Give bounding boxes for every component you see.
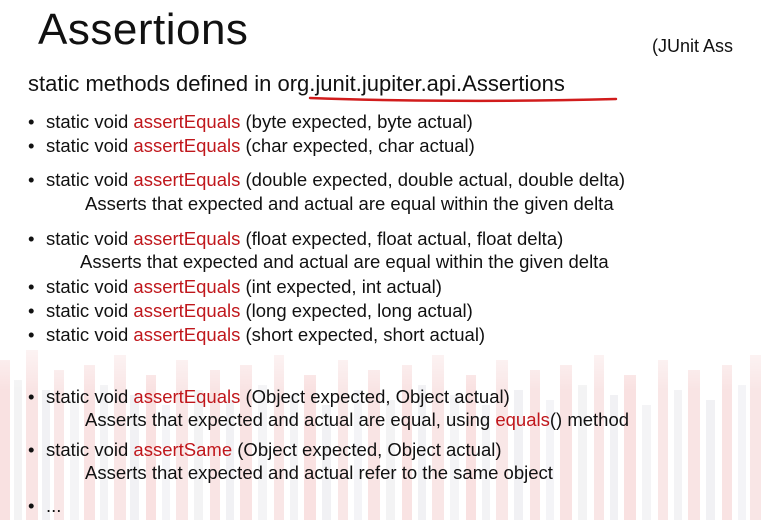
method-name: assertEquals (133, 276, 241, 297)
bullet-icon: • (28, 324, 35, 345)
method-description: Asserts that expected and actual are equ… (85, 409, 630, 430)
method-name: assertEquals (133, 228, 241, 249)
method-name: assertEquals (133, 169, 241, 190)
list-item: • static void assertEquals (short expecte… (28, 324, 486, 345)
bullet-icon: • (28, 228, 35, 249)
intro-prefix: static methods defined in (28, 71, 278, 96)
method-description: Asserts that expected and actual are equ… (80, 251, 609, 272)
list-item: • static void assertEquals (Object expect… (28, 386, 510, 407)
list-item: •... (28, 495, 61, 517)
method-name: assertEquals (133, 324, 241, 345)
list-item: • static void assertEquals (byte expected… (28, 111, 473, 132)
list-item: • static void assertSame (Object expected… (28, 439, 502, 460)
bullet-icon: • (28, 300, 35, 321)
method-name: assertEquals (133, 111, 241, 132)
method-description: Asserts that expected and actual refer t… (85, 462, 553, 483)
list-item: • static void assertEquals (char expected… (28, 135, 475, 156)
red-underline (308, 96, 618, 103)
bullet-icon: • (28, 135, 35, 156)
page-title: Assertions (38, 5, 249, 54)
method-name: equals (495, 409, 550, 430)
method-name: assertEquals (133, 300, 241, 321)
method-name: assertEquals (133, 135, 241, 156)
method-name: assertSame (133, 439, 233, 460)
bullet-icon: • (28, 169, 35, 190)
method-description: Asserts that expected and actual are equ… (85, 193, 614, 214)
list-item: • static void assertEquals (long expected… (28, 300, 473, 321)
ellipsis: ... (46, 495, 62, 516)
bullet-icon: • (28, 111, 35, 132)
bullet-icon: • (28, 386, 35, 407)
subtitle-right: (JUnit Ass (652, 36, 734, 56)
bullet-icon: • (28, 276, 35, 297)
list-item: • static void assertEquals (double expect… (28, 169, 626, 190)
list-item: • static void assertEquals (float expecte… (28, 228, 564, 249)
list-item: • static void assertEquals (int expected,… (28, 276, 442, 297)
method-name: assertEquals (133, 386, 241, 407)
bullet-icon: • (28, 495, 35, 516)
bullet-icon: • (28, 439, 35, 460)
